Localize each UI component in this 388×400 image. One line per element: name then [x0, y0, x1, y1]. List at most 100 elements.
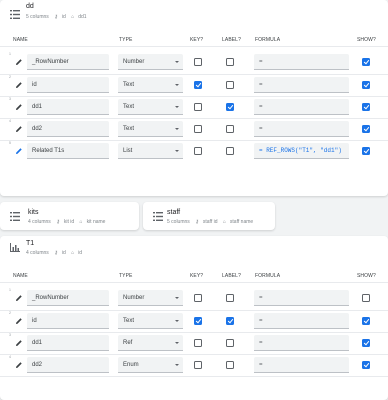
column-name-input[interactable]: _RowNumber [27, 290, 109, 306]
column-name-input[interactable]: Related T1s [27, 143, 109, 159]
formula-input[interactable]: = REF_ROWS("T1", "dd1") [254, 143, 349, 159]
col-header-formula: FORMULA [255, 37, 281, 43]
formula-input[interactable]: = [254, 99, 349, 115]
column-type-select[interactable]: Enum [118, 357, 183, 373]
header-divider [0, 46, 388, 47]
col-header-type: TYPE [119, 37, 133, 43]
label-column: staff name [229, 219, 254, 225]
column-type-value: Number [123, 58, 145, 65]
key-checkbox[interactable] [194, 103, 202, 111]
column-type-select[interactable]: Number [118, 290, 183, 306]
table-title[interactable]: dd [26, 3, 34, 10]
key-checkbox[interactable] [194, 339, 202, 347]
table-title[interactable]: staff [167, 209, 180, 216]
col-header-key: KEY? [190, 273, 204, 279]
show-checkbox[interactable] [362, 147, 370, 155]
chevron-down-icon [175, 364, 179, 366]
tag-icon: ⌂ [222, 219, 226, 225]
show-checkbox[interactable] [362, 81, 370, 89]
label-checkbox[interactable] [226, 58, 234, 66]
chevron-down-icon [175, 84, 179, 86]
pencil-icon[interactable] [15, 58, 23, 66]
formula-input[interactable]: = [254, 54, 349, 70]
show-checkbox[interactable] [362, 294, 370, 302]
table-title[interactable]: kits [28, 209, 39, 216]
tag-icon: ⌂ [71, 14, 75, 20]
label-checkbox[interactable] [226, 103, 234, 111]
table-card-kits[interactable]: kits 4 columns ⚷ kit id ⌂ kit name [0, 202, 139, 230]
column-type-select[interactable]: Text [118, 121, 183, 137]
chevron-down-icon [175, 297, 179, 299]
column-type-value: Text [123, 103, 135, 110]
formula-input[interactable]: = [254, 77, 349, 93]
pencil-icon[interactable] [15, 339, 23, 347]
formula-input[interactable]: = [254, 357, 349, 373]
col-header-label: LABEL? [222, 273, 241, 279]
column-type-select[interactable]: List [118, 143, 183, 159]
pencil-icon[interactable] [15, 81, 23, 89]
label-checkbox[interactable] [226, 294, 234, 302]
formula-input[interactable]: = [254, 290, 349, 306]
column-count: 5 columns [26, 14, 49, 20]
key-checkbox[interactable] [194, 58, 202, 66]
pencil-icon[interactable] [15, 317, 23, 325]
label-column: dd1 [78, 14, 87, 20]
show-checkbox[interactable] [362, 339, 370, 347]
pencil-icon[interactable] [15, 125, 23, 133]
label-checkbox[interactable] [226, 361, 234, 369]
pencil-icon[interactable] [15, 103, 23, 111]
row-divider [0, 376, 388, 377]
column-type-select[interactable]: Text [118, 77, 183, 93]
column-name-input[interactable]: id [27, 77, 109, 93]
pencil-icon[interactable] [15, 147, 23, 155]
formula-input[interactable]: = [254, 335, 349, 351]
column-type-select[interactable]: Ref [118, 335, 183, 351]
pencil-icon[interactable] [15, 361, 23, 369]
show-checkbox[interactable] [362, 125, 370, 133]
label-checkbox[interactable] [226, 125, 234, 133]
pencil-icon[interactable] [15, 294, 23, 302]
row-divider [0, 118, 388, 119]
column-count: 4 columns [26, 250, 49, 256]
column-name-input[interactable]: _RowNumber [27, 54, 109, 70]
show-checkbox[interactable] [362, 58, 370, 66]
column-name-input[interactable]: dd1 [27, 335, 109, 351]
column-name-input[interactable]: dd1 [27, 99, 109, 115]
label-checkbox[interactable] [226, 147, 234, 155]
key-checkbox[interactable] [194, 361, 202, 369]
key-checkbox[interactable] [194, 317, 202, 325]
formula-input[interactable]: = [254, 313, 349, 329]
show-checkbox[interactable] [362, 361, 370, 369]
column-type-value: List [123, 147, 133, 154]
tag-icon: ⌂ [79, 219, 83, 225]
key-checkbox[interactable] [194, 147, 202, 155]
show-checkbox[interactable] [362, 317, 370, 325]
column-count: 4 columns [28, 219, 51, 225]
column-type-select[interactable]: Number [118, 54, 183, 70]
table-title[interactable]: T1 [26, 240, 34, 247]
column-name-input[interactable]: dd2 [27, 357, 109, 373]
show-checkbox[interactable] [362, 103, 370, 111]
column-name-input[interactable]: dd2 [27, 121, 109, 137]
chevron-down-icon [175, 320, 179, 322]
row-divider [0, 96, 388, 97]
label-checkbox[interactable] [226, 317, 234, 325]
key-checkbox[interactable] [194, 125, 202, 133]
column-type-value: Enum [123, 361, 139, 368]
label-checkbox[interactable] [226, 339, 234, 347]
table-meta: 4 columns ⚷ id ⌂ id [26, 250, 86, 256]
column-type-select[interactable]: Text [118, 313, 183, 329]
col-header-name: NAME [13, 273, 28, 279]
key-checkbox[interactable] [194, 81, 202, 89]
column-type-select[interactable]: Text [118, 99, 183, 115]
table-card-staff[interactable]: staff 5 columns ⚷ staff id ⌂ staff name [143, 202, 275, 230]
row-number: 3 [9, 97, 11, 101]
key-checkbox[interactable] [194, 294, 202, 302]
col-header-show: SHOW? [357, 37, 376, 43]
col-header-show: SHOW? [357, 273, 376, 279]
column-name-input[interactable]: id [27, 313, 109, 329]
chevron-down-icon [175, 128, 179, 130]
label-checkbox[interactable] [226, 81, 234, 89]
formula-input[interactable]: = [254, 121, 349, 137]
table-meta: 4 columns ⚷ kit id ⌂ kit name [28, 219, 109, 225]
